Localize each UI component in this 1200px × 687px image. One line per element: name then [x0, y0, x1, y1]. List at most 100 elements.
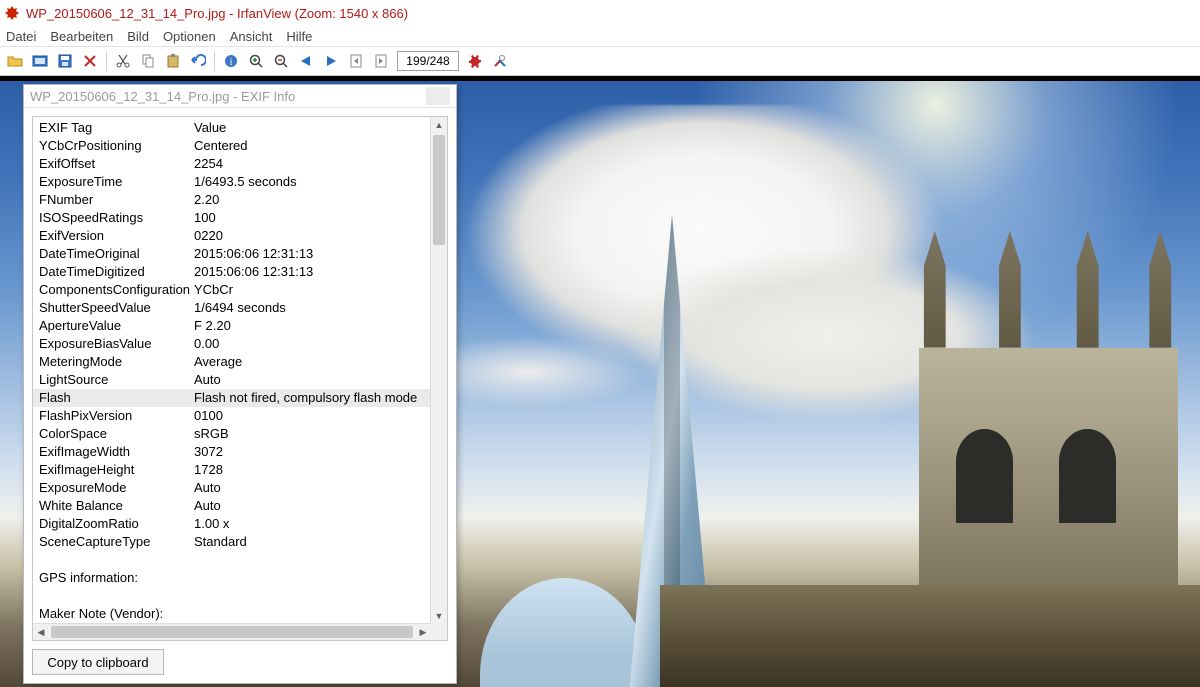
exif-row[interactable]: MeteringModeAverage — [33, 353, 431, 371]
exif-row[interactable]: Maker Note (Vendor): — [33, 605, 431, 623]
exif-key: ShutterSpeedValue — [39, 299, 194, 317]
exif-value: Auto — [194, 479, 425, 497]
exif-key: ExposureMode — [39, 479, 194, 497]
paste-icon[interactable] — [162, 50, 184, 72]
dialog-title: WP_20150606_12_31_14_Pro.jpg - EXIF Info — [30, 89, 295, 104]
exif-row[interactable]: ISOSpeedRatings100 — [33, 209, 431, 227]
exif-dialog: WP_20150606_12_31_14_Pro.jpg - EXIF Info… — [23, 84, 457, 684]
exif-row[interactable] — [33, 551, 431, 569]
exif-key: ComponentsConfiguration — [39, 281, 194, 299]
exif-key: DateTimeDigitized — [39, 263, 194, 281]
exif-key: ExifImageWidth — [39, 443, 194, 461]
menu-file[interactable]: Datei — [6, 29, 36, 44]
exif-row[interactable]: ComponentsConfigurationYCbCr — [33, 281, 431, 299]
exif-row[interactable]: ExifImageHeight1728 — [33, 461, 431, 479]
menu-help[interactable]: Hilfe — [286, 29, 312, 44]
exif-row[interactable]: ShutterSpeedValue1/6494 seconds — [33, 299, 431, 317]
exif-row[interactable]: FlashFlash not fired, compulsory flash m… — [33, 389, 431, 407]
exif-value: Standard — [194, 533, 425, 551]
next-page-icon[interactable] — [370, 50, 392, 72]
prev-page-icon[interactable] — [345, 50, 367, 72]
menu-edit[interactable]: Bearbeiten — [50, 29, 113, 44]
exif-key: ApertureValue — [39, 317, 194, 335]
exif-key: YCbCrPositioning — [39, 137, 194, 155]
exif-header: EXIF TagValue — [33, 119, 431, 137]
exif-row[interactable]: GPS information: — [33, 569, 431, 587]
menu-options[interactable]: Optionen — [163, 29, 216, 44]
exif-value: Auto — [194, 497, 425, 515]
header-value: Value — [194, 119, 425, 137]
exif-row[interactable]: ApertureValueF 2.20 — [33, 317, 431, 335]
copy-to-clipboard-button[interactable]: Copy to clipboard — [32, 649, 164, 675]
image-canvas[interactable]: WP_20150606_12_31_14_Pro.jpg - EXIF Info… — [0, 76, 1200, 687]
scroll-right-icon[interactable]: ▶ — [415, 624, 431, 640]
exif-key: FlashPixVersion — [39, 407, 194, 425]
prev-icon[interactable] — [295, 50, 317, 72]
save-icon[interactable] — [54, 50, 76, 72]
exif-value — [194, 605, 425, 623]
delete-icon[interactable] — [79, 50, 101, 72]
exif-row[interactable]: ExposureBiasValue0.00 — [33, 335, 431, 353]
scroll-thumb[interactable] — [51, 626, 413, 638]
exif-row[interactable]: ExifImageWidth3072 — [33, 443, 431, 461]
zoom-out-icon[interactable] — [270, 50, 292, 72]
exif-value: 2254 — [194, 155, 425, 173]
exif-row[interactable]: DateTimeOriginal2015:06:06 12:31:13 — [33, 245, 431, 263]
exif-value: 0220 — [194, 227, 425, 245]
exif-key: ExposureBiasValue — [39, 335, 194, 353]
settings-icon[interactable] — [464, 50, 486, 72]
exif-row[interactable]: ExposureModeAuto — [33, 479, 431, 497]
exif-value: Centered — [194, 137, 425, 155]
cut-icon[interactable] — [112, 50, 134, 72]
exif-value — [194, 569, 425, 587]
exif-value: 0100 — [194, 407, 425, 425]
exif-row[interactable]: DateTimeDigitized2015:06:06 12:31:13 — [33, 263, 431, 281]
info-icon[interactable]: i — [220, 50, 242, 72]
scroll-left-icon[interactable]: ◀ — [33, 624, 49, 640]
menu-image[interactable]: Bild — [127, 29, 149, 44]
toolbar: i 199/248 — [0, 47, 1200, 76]
exif-row[interactable]: DigitalZoomRatio1.00 x — [33, 515, 431, 533]
menu-view[interactable]: Ansicht — [230, 29, 273, 44]
exif-key — [39, 587, 194, 605]
exif-value — [194, 587, 425, 605]
scroll-up-icon[interactable]: ▲ — [431, 117, 447, 133]
exif-row[interactable]: ExifOffset2254 — [33, 155, 431, 173]
exif-row[interactable]: FlashPixVersion0100 — [33, 407, 431, 425]
next-icon[interactable] — [320, 50, 342, 72]
exif-key: ColorSpace — [39, 425, 194, 443]
exif-value: 1/6494 seconds — [194, 299, 425, 317]
slideshow-icon[interactable] — [29, 50, 51, 72]
exif-key: ExifOffset — [39, 155, 194, 173]
exif-row[interactable] — [33, 587, 431, 605]
exif-value: 3072 — [194, 443, 425, 461]
header-tag: EXIF Tag — [39, 119, 194, 137]
exif-key: SceneCaptureType — [39, 533, 194, 551]
exif-row[interactable]: White BalanceAuto — [33, 497, 431, 515]
open-icon[interactable] — [4, 50, 26, 72]
exif-value: F 2.20 — [194, 317, 425, 335]
exif-value: YCbCr — [194, 281, 425, 299]
scroll-down-icon[interactable]: ▼ — [431, 608, 447, 624]
exif-row[interactable]: FNumber2.20 — [33, 191, 431, 209]
exif-row[interactable]: LightSourceAuto — [33, 371, 431, 389]
horizontal-scrollbar[interactable]: ◀ ▶ — [33, 623, 431, 640]
scroll-thumb[interactable] — [433, 135, 445, 245]
page-counter[interactable]: 199/248 — [397, 51, 459, 71]
exif-row[interactable]: ExposureTime1/6493.5 seconds — [33, 173, 431, 191]
exif-row[interactable]: ColorSpacesRGB — [33, 425, 431, 443]
tools-icon[interactable] — [489, 50, 511, 72]
window-titlebar: WP_20150606_12_31_14_Pro.jpg - IrfanView… — [0, 0, 1200, 26]
vertical-scrollbar[interactable]: ▲ ▼ — [430, 117, 447, 624]
exif-row[interactable]: ExifVersion0220 — [33, 227, 431, 245]
exif-row[interactable]: YCbCrPositioningCentered — [33, 137, 431, 155]
exif-value: 100 — [194, 209, 425, 227]
exif-key: MeteringMode — [39, 353, 194, 371]
undo-icon[interactable] — [187, 50, 209, 72]
exif-row[interactable]: SceneCaptureTypeStandard — [33, 533, 431, 551]
exif-key: DateTimeOriginal — [39, 245, 194, 263]
copy-icon[interactable] — [137, 50, 159, 72]
close-icon[interactable] — [426, 87, 450, 105]
zoom-in-icon[interactable] — [245, 50, 267, 72]
dialog-titlebar[interactable]: WP_20150606_12_31_14_Pro.jpg - EXIF Info — [24, 85, 456, 108]
